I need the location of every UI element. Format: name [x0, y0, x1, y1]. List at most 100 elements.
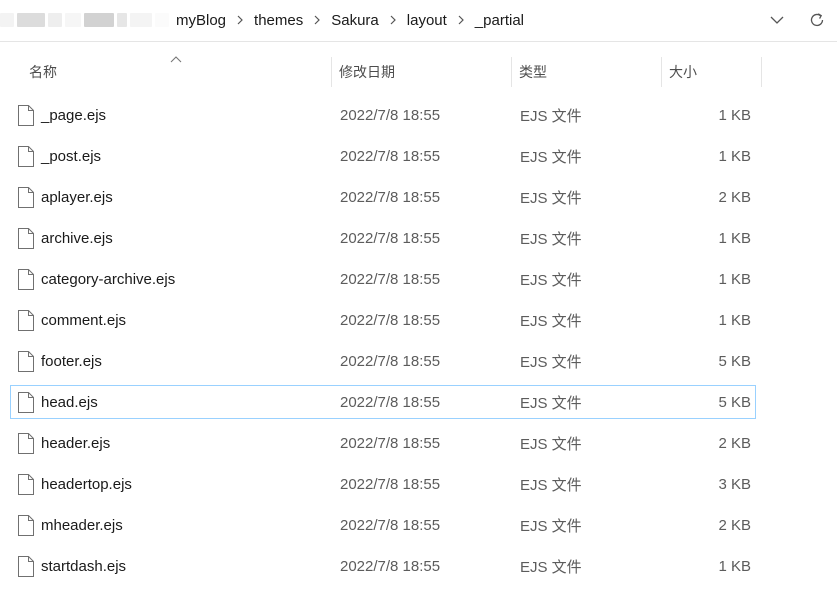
file-type: EJS 文件: [520, 394, 582, 412]
chevron-right-icon[interactable]: [233, 13, 247, 27]
column-header-row: 名称 修改日期 类型 大小: [0, 55, 837, 88]
file-size: 1 KB: [718, 106, 751, 124]
file-row[interactable]: _post.ejs 2022/7/8 18:55 EJS 文件 1 KB: [10, 139, 756, 173]
file-row[interactable]: archive.ejs 2022/7/8 18:55 EJS 文件 1 KB: [10, 221, 756, 255]
file-size: 2 KB: [718, 516, 751, 534]
file-name: header.ejs: [41, 434, 111, 452]
file-size: 5 KB: [718, 352, 751, 370]
chevron-right-icon[interactable]: [310, 13, 324, 27]
file-size: 5 KB: [718, 393, 751, 411]
chevron-right-icon[interactable]: [386, 13, 400, 27]
file-type: EJS 文件: [520, 230, 582, 248]
breadcrumb-item-themes[interactable]: themes: [250, 12, 307, 29]
column-header-type[interactable]: 类型: [519, 55, 659, 88]
file-icon: [18, 351, 34, 372]
breadcrumb-item-sakura[interactable]: Sakura: [327, 12, 383, 29]
breadcrumb-item-partial[interactable]: _partial: [471, 12, 528, 29]
file-row[interactable]: mheader.ejs 2022/7/8 18:55 EJS 文件 2 KB: [10, 508, 756, 542]
file-size: 1 KB: [718, 311, 751, 329]
file-type: EJS 文件: [520, 353, 582, 371]
file-size: 2 KB: [718, 188, 751, 206]
address-bar-actions: [757, 0, 837, 40]
file-icon: [18, 146, 34, 167]
file-icon: [18, 228, 34, 249]
chevron-down-icon: [770, 16, 784, 24]
file-row[interactable]: header.ejs 2022/7/8 18:55 EJS 文件 2 KB: [10, 426, 756, 460]
file-modified-date: 2022/7/8 18:55: [340, 229, 441, 247]
file-type: EJS 文件: [520, 476, 582, 494]
file-name: footer.ejs: [41, 352, 102, 370]
file-row[interactable]: startdash.ejs 2022/7/8 18:55 EJS 文件 1 KB: [10, 549, 756, 583]
file-modified-date: 2022/7/8 18:55: [340, 393, 441, 411]
file-icon: [18, 187, 34, 208]
file-icon: [18, 269, 34, 290]
file-row[interactable]: headertop.ejs 2022/7/8 18:55 EJS 文件 3 KB: [10, 467, 756, 501]
file-row[interactable]: category-archive.ejs 2022/7/8 18:55 EJS …: [10, 262, 756, 296]
file-modified-date: 2022/7/8 18:55: [340, 106, 441, 124]
file-row-focused[interactable]: head.ejs 2022/7/8 18:55 EJS 文件 5 KB: [10, 385, 756, 419]
breadcrumb-item-layout[interactable]: layout: [403, 12, 451, 29]
file-name: category-archive.ejs: [41, 270, 176, 288]
file-name: mheader.ejs: [41, 516, 123, 534]
file-type: EJS 文件: [520, 517, 582, 535]
file-name: startdash.ejs: [41, 557, 127, 575]
file-name: headertop.ejs: [41, 475, 132, 493]
file-icon: [18, 105, 34, 126]
file-icon: [18, 474, 34, 495]
file-row[interactable]: aplayer.ejs 2022/7/8 18:55 EJS 文件 2 KB: [10, 180, 756, 214]
file-type: EJS 文件: [520, 271, 582, 289]
file-icon: [18, 515, 34, 536]
chevron-right-icon[interactable]: [454, 13, 468, 27]
file-type: EJS 文件: [520, 558, 582, 576]
breadcrumb-item-myblog[interactable]: myBlog: [172, 12, 230, 29]
column-resize-handle[interactable]: [331, 57, 332, 87]
column-header-size-label: 大小: [669, 63, 697, 80]
file-icon: [18, 392, 34, 413]
file-size: 1 KB: [718, 229, 751, 247]
refresh-button[interactable]: [797, 0, 837, 40]
refresh-icon: [810, 13, 824, 27]
file-name: aplayer.ejs: [41, 188, 113, 206]
column-header-size[interactable]: 大小: [669, 55, 759, 88]
column-resize-handle[interactable]: [661, 57, 662, 87]
file-size: 1 KB: [718, 557, 751, 575]
file-size: 1 KB: [718, 270, 751, 288]
file-modified-date: 2022/7/8 18:55: [340, 147, 441, 165]
file-name: head.ejs: [41, 393, 98, 411]
file-modified-date: 2022/7/8 18:55: [340, 270, 441, 288]
file-icon: [18, 310, 34, 331]
file-name: archive.ejs: [41, 229, 113, 247]
history-dropdown-button[interactable]: [757, 0, 797, 40]
file-name: comment.ejs: [41, 311, 127, 329]
column-header-name-label: 名称: [29, 63, 57, 80]
file-name: _post.ejs: [41, 147, 102, 165]
file-type: EJS 文件: [520, 189, 582, 207]
file-modified-date: 2022/7/8 18:55: [340, 188, 441, 206]
file-modified-date: 2022/7/8 18:55: [340, 311, 441, 329]
column-header-name[interactable]: 名称: [29, 55, 329, 88]
column-header-date-label: 修改日期: [339, 63, 395, 80]
column-resize-handle[interactable]: [511, 57, 512, 87]
file-name: _page.ejs: [41, 106, 107, 124]
column-resize-handle[interactable]: [761, 57, 762, 87]
address-bar[interactable]: myBlog themes Sakura layout _partial: [0, 0, 837, 42]
breadcrumb: myBlog themes Sakura layout _partial: [0, 0, 528, 40]
file-row[interactable]: footer.ejs 2022/7/8 18:55 EJS 文件 5 KB: [10, 344, 756, 378]
file-size: 1 KB: [718, 147, 751, 165]
file-modified-date: 2022/7/8 18:55: [340, 557, 441, 575]
file-type: EJS 文件: [520, 107, 582, 125]
file-modified-date: 2022/7/8 18:55: [340, 352, 441, 370]
file-type: EJS 文件: [520, 148, 582, 166]
file-icon: [18, 556, 34, 577]
column-header-type-label: 类型: [519, 63, 547, 80]
file-size: 2 KB: [718, 434, 751, 452]
file-row[interactable]: _page.ejs 2022/7/8 18:55 EJS 文件 1 KB: [10, 98, 756, 132]
redacted-path-prefix: [0, 0, 172, 40]
file-row[interactable]: comment.ejs 2022/7/8 18:55 EJS 文件 1 KB: [10, 303, 756, 337]
file-type: EJS 文件: [520, 435, 582, 453]
file-modified-date: 2022/7/8 18:55: [340, 516, 441, 534]
column-header-date[interactable]: 修改日期: [339, 55, 509, 88]
file-modified-date: 2022/7/8 18:55: [340, 475, 441, 493]
file-type: EJS 文件: [520, 312, 582, 330]
file-icon: [18, 433, 34, 454]
